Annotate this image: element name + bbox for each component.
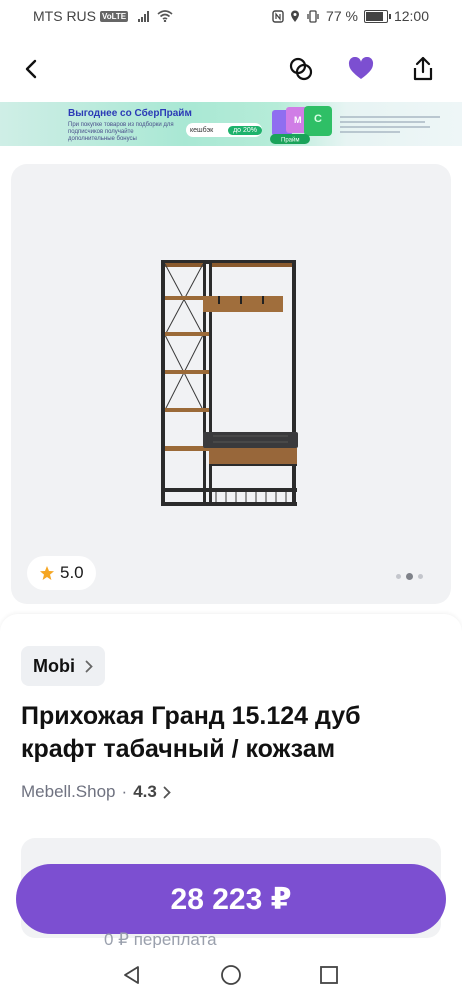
nfc-icon [272, 9, 284, 23]
buy-button[interactable]: 28 223 ₽ [16, 864, 446, 934]
promo-banner[interactable]: Выгоднее со СберПрайм При покупке товаро… [0, 102, 462, 146]
compare-icon [289, 57, 313, 81]
signal-icon [138, 10, 150, 22]
price-label: 28 223 ₽ [170, 882, 292, 916]
banner-title: Выгоднее со СберПрайм [68, 108, 192, 119]
system-recents-button[interactable] [318, 964, 340, 986]
status-bar: MTS RUS VoLTE 77 % 12:00 [0, 0, 462, 34]
banner-fine-print [340, 116, 440, 136]
wifi-icon [157, 10, 173, 22]
rating-value: 5.0 [60, 563, 84, 582]
prime-promo-illustration: M С Прайм [270, 106, 332, 144]
system-navigation-bar [0, 948, 462, 1000]
svg-text:С: С [314, 113, 322, 125]
rating-badge[interactable]: 5.0 [27, 556, 96, 590]
star-icon [40, 566, 54, 580]
product-gallery[interactable]: 5.0 [11, 164, 451, 604]
share-button[interactable] [406, 52, 440, 86]
seller-separator: · [121, 782, 128, 801]
system-home-button[interactable] [220, 964, 242, 986]
back-button[interactable] [14, 52, 48, 86]
cashback-label: кешбэк [190, 126, 214, 134]
battery-icon [363, 9, 391, 23]
seller-rating: 4.3 [133, 782, 157, 801]
svg-text:M: M [294, 115, 302, 125]
product-title: Прихожая Гранд 15.124 дуб крафт табачный… [21, 702, 361, 763]
square-recents-icon [320, 966, 338, 984]
cashback-pill: кешбэк до 20% [186, 123, 262, 137]
status-right: 77 % 12:00 [272, 8, 429, 24]
status-left: MTS RUS VoLTE [33, 8, 173, 24]
compare-button[interactable] [284, 52, 318, 86]
overpay-text: 0 ₽ переплата [104, 930, 217, 949]
heart-icon [348, 57, 374, 79]
cashback-percent: до 20% [228, 125, 262, 135]
brand-name: Mobi [33, 655, 75, 676]
share-icon [413, 56, 433, 81]
pagination-dot[interactable] [396, 574, 401, 579]
carrier-name: MTS RUS [33, 8, 96, 24]
triangle-back-icon [124, 966, 139, 984]
brand-chip[interactable]: Mobi [21, 646, 105, 686]
volte-badge: VoLTE [100, 10, 129, 22]
system-back-button[interactable] [120, 964, 142, 986]
pagination-dot[interactable] [418, 574, 423, 579]
chevron-left-icon [25, 59, 37, 79]
pagination-dot-active[interactable] [406, 573, 413, 580]
seller-link[interactable]: Mebell.Shop · 4.3 [21, 782, 171, 802]
favorite-button[interactable] [344, 52, 378, 86]
top-nav [0, 44, 462, 94]
product-photo [161, 260, 298, 506]
chevron-right-icon [85, 660, 93, 672]
gallery-pagination[interactable] [396, 573, 423, 580]
seller-name: Mebell.Shop [21, 782, 116, 801]
prime-badge-text: Прайм [281, 137, 299, 144]
circle-home-icon [221, 965, 241, 985]
product-info-sheet: Mobi Прихожая Гранд 15.124 дуб крафт таб… [0, 614, 462, 1000]
chevron-right-icon [163, 786, 171, 798]
battery-percent: 77 % [326, 8, 358, 24]
banner-subtitle: При покупке товаров из подборки для подп… [68, 122, 174, 142]
location-icon [291, 10, 300, 22]
clock: 12:00 [393, 8, 429, 24]
vibrate-icon [307, 9, 319, 23]
